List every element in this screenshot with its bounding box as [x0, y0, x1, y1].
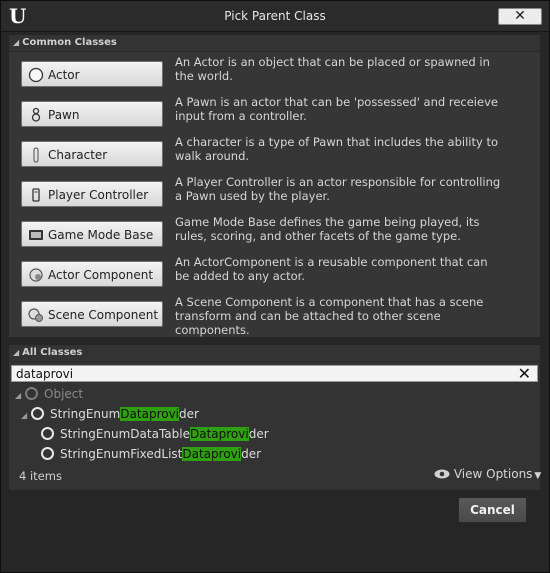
common-class-row-character: Character A character is a type of Pawn … — [21, 135, 536, 173]
common-classes-section: ◢ Common Classes Actor An Actor is an obj… — [9, 35, 540, 337]
tree-item-stringenum-datatable-dataprovider[interactable]: StringEnumDataTableDataprovider — [41, 425, 269, 443]
search-input-text[interactable]: dataprovi — [16, 367, 73, 381]
common-class-row-actor: Actor An Actor is an object that can be … — [21, 55, 536, 93]
actor-component-icon — [29, 268, 43, 282]
player-controller-button-label: Player Controller — [48, 188, 149, 202]
actor-component-button[interactable]: Actor Component — [21, 261, 163, 287]
actor-component-button-label: Actor Component — [48, 268, 154, 282]
collapse-triangle-icon[interactable]: ◢ — [13, 345, 19, 361]
clear-search-icon[interactable]: ✕ — [518, 364, 531, 383]
game-mode-icon — [29, 230, 43, 240]
collapse-triangle-icon[interactable]: ◢ — [13, 35, 19, 51]
character-button[interactable]: Character — [21, 141, 163, 167]
class-circle-icon — [25, 387, 38, 400]
class-circle-icon — [41, 427, 54, 440]
player-controller-button[interactable]: Player Controller — [21, 181, 163, 207]
tree-item-stringenum-fixedlist-dataprovider[interactable]: StringEnumFixedListDataprovider — [41, 445, 261, 463]
class-circle-icon — [31, 407, 44, 420]
tree-item-stringenum-dataprovider[interactable]: ◢ StringEnumDataprovider — [21, 405, 199, 423]
game-mode-base-description: Game Mode Base defines the game being pl… — [175, 215, 480, 243]
expand-arrow-icon[interactable]: ◢ — [21, 407, 31, 425]
expand-arrow-icon[interactable]: ◢ — [15, 387, 25, 405]
actor-button-label: Actor — [48, 68, 80, 82]
actor-description: An Actor is an object that can be placed… — [175, 55, 490, 83]
common-class-row-scene-component: Scene Component A Scene Component is a c… — [21, 295, 536, 337]
common-class-row-actor-component: Actor Component An ActorComponent is a r… — [21, 255, 536, 293]
common-class-row-pawn: Pawn A Pawn is an actor that can be 'pos… — [21, 95, 536, 133]
pick-parent-class-dialog: U Pick Parent Class ✕ ◢ Common Classes Ac… — [0, 0, 550, 573]
class-circle-icon — [41, 447, 54, 460]
game-mode-base-button-label: Game Mode Base — [48, 228, 154, 242]
title-bar[interactable]: U Pick Parent Class ✕ — [1, 1, 549, 32]
actor-button[interactable]: Actor — [21, 61, 163, 87]
player-controller-icon — [32, 188, 40, 202]
dropdown-arrow-icon: ▼ — [534, 471, 542, 481]
scene-component-description: A Scene Component is a component that ha… — [175, 295, 484, 337]
pawn-button[interactable]: Pawn — [21, 101, 163, 127]
tree-item-object[interactable]: ◢ Object — [15, 385, 83, 403]
scene-component-button-label: Scene Component — [48, 308, 159, 322]
class-search-box[interactable]: dataprovi ✕ — [11, 364, 538, 383]
character-icon — [33, 147, 39, 163]
pawn-description: A Pawn is an actor that can be 'possesse… — [175, 95, 498, 123]
actor-component-description: An ActorComponent is a reusable componen… — [175, 255, 488, 283]
scene-component-icon — [28, 308, 43, 322]
cancel-button[interactable]: Cancel — [458, 497, 527, 523]
actor-sphere-icon — [28, 67, 44, 83]
items-count: 4 items — [19, 469, 62, 483]
character-description: A character is a type of Pawn that inclu… — [175, 135, 498, 163]
window-title: Pick Parent Class — [224, 9, 326, 23]
character-button-label: Character — [48, 148, 108, 162]
pawn-icon — [31, 107, 41, 122]
close-button[interactable]: ✕ — [498, 8, 542, 25]
scene-component-button[interactable]: Scene Component — [21, 301, 163, 327]
eye-icon — [434, 469, 450, 479]
pawn-button-label: Pawn — [48, 108, 80, 122]
common-classes-header[interactable]: ◢ Common Classes — [9, 35, 540, 52]
common-class-row-player-controller: Player Controller A Player Controller is… — [21, 175, 536, 213]
view-options-button[interactable]: View Options ▼ — [434, 467, 541, 481]
common-class-row-game-mode-base: Game Mode Base Game Mode Base defines th… — [21, 215, 536, 253]
player-controller-description: A Player Controller is an actor responsi… — [175, 175, 501, 203]
all-classes-header[interactable]: ◢ All Classes — [9, 345, 540, 362]
game-mode-base-button[interactable]: Game Mode Base — [21, 221, 163, 247]
